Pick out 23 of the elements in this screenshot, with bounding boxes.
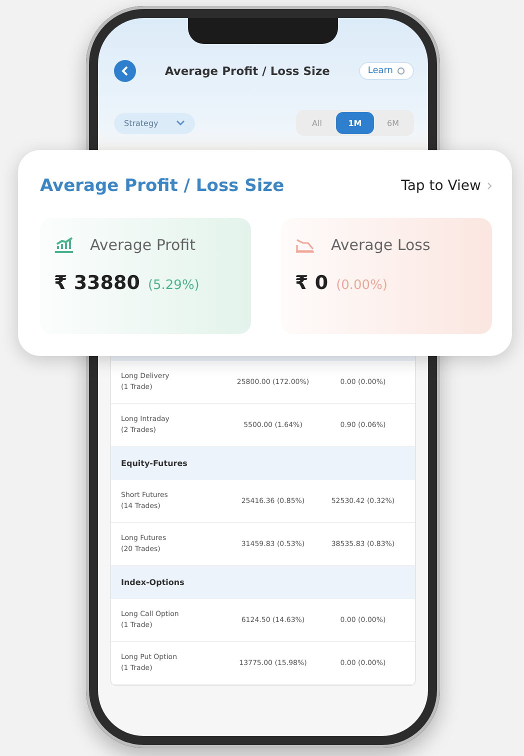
percent-value: (0.00%) [336,278,388,293]
section-heading: Equity-Futures [111,447,415,480]
tile-label: Average Loss [331,236,430,254]
chart-down-icon [295,237,315,253]
back-icon [121,66,129,76]
page-title: Average Profit / Loss Size [164,64,331,78]
tap-to-view-link[interactable]: Tap to View [401,178,492,194]
chevron-right-icon [487,182,492,190]
period-tab[interactable]: 1M [336,112,374,134]
section-heading: Index-Options [111,566,415,599]
tile-label: Average Profit [90,236,196,254]
chevron-down-icon [176,120,186,126]
strategy-dropdown[interactable]: Strategy [114,112,196,134]
circle-icon [397,67,405,75]
period-tab[interactable]: All [298,112,336,134]
card-title: Average Profit / Loss Size [40,176,284,196]
percent-value: (5.29%) [148,278,200,293]
period-tab[interactable]: 6M [374,112,412,134]
learn-button[interactable]: Learn [358,62,414,80]
amount-value: ₹ 33880 [54,272,140,294]
back-button[interactable] [114,60,136,82]
amount-value: ₹ 0 [295,272,328,294]
chart-up-icon [54,237,74,253]
